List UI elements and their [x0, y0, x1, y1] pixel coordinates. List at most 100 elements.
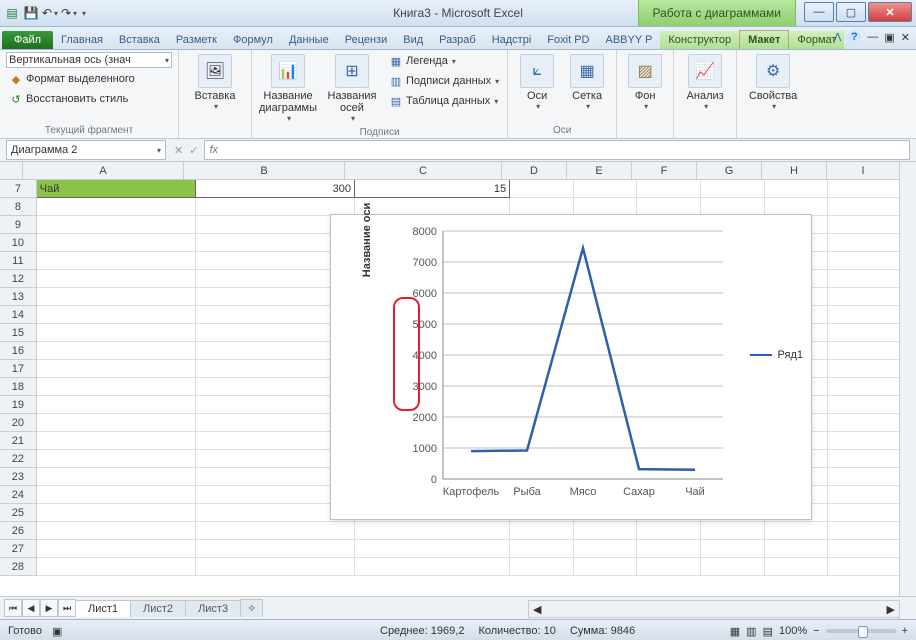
- cell[interactable]: [828, 486, 900, 504]
- name-box[interactable]: Диаграмма 2▾: [6, 140, 166, 160]
- data-labels-button[interactable]: ▥Подписи данных▾: [386, 72, 501, 90]
- cell[interactable]: [765, 522, 829, 540]
- view-page-break-icon[interactable]: ▤: [763, 625, 773, 638]
- cell[interactable]: [510, 540, 574, 558]
- embedded-chart[interactable]: 010002000300040005000600070008000Картофе…: [330, 214, 812, 520]
- cell[interactable]: [37, 234, 196, 252]
- cell[interactable]: [637, 180, 701, 198]
- cell[interactable]: [828, 378, 900, 396]
- doc-minimize-icon[interactable]: —: [867, 31, 878, 43]
- view-normal-icon[interactable]: ▦: [730, 625, 740, 638]
- zoom-in-button[interactable]: +: [902, 625, 908, 637]
- tab-scroll-last-icon[interactable]: ⏭: [58, 599, 76, 617]
- cell[interactable]: [196, 558, 355, 576]
- column-header[interactable]: I: [827, 162, 900, 180]
- select-all-corner[interactable]: [0, 162, 23, 180]
- row-header[interactable]: 9: [0, 216, 37, 234]
- cell[interactable]: [37, 342, 196, 360]
- column-header[interactable]: E: [567, 162, 632, 180]
- legend-button[interactable]: ▦Легенда▾: [386, 52, 501, 70]
- macro-record-icon[interactable]: ▣: [52, 625, 62, 638]
- background-button[interactable]: ▨Фон▾: [623, 52, 667, 113]
- cell[interactable]: [828, 288, 900, 306]
- cell[interactable]: [701, 540, 765, 558]
- tab-layout[interactable]: Макет: [739, 30, 789, 49]
- cell[interactable]: [701, 180, 765, 198]
- row-header[interactable]: 16: [0, 342, 37, 360]
- cell[interactable]: [510, 558, 574, 576]
- cell[interactable]: [37, 306, 196, 324]
- cell[interactable]: [355, 558, 510, 576]
- tab-foxit[interactable]: Foxit PD: [539, 31, 597, 49]
- cell[interactable]: [637, 558, 701, 576]
- tab-insert[interactable]: Вставка: [111, 31, 168, 49]
- cell[interactable]: [37, 450, 196, 468]
- cell[interactable]: [828, 324, 900, 342]
- column-header[interactable]: B: [184, 162, 345, 180]
- cell[interactable]: [828, 558, 900, 576]
- column-header[interactable]: G: [697, 162, 762, 180]
- tab-developer[interactable]: Разраб: [431, 31, 484, 49]
- cell[interactable]: [828, 342, 900, 360]
- column-header[interactable]: F: [632, 162, 697, 180]
- cell[interactable]: [196, 522, 355, 540]
- cell[interactable]: [828, 306, 900, 324]
- row-header[interactable]: 13: [0, 288, 37, 306]
- close-button[interactable]: ✕: [868, 2, 912, 22]
- cell[interactable]: [637, 540, 701, 558]
- cell[interactable]: [574, 558, 638, 576]
- tab-view[interactable]: Вид: [395, 31, 431, 49]
- cell[interactable]: [828, 414, 900, 432]
- cell[interactable]: [765, 558, 829, 576]
- zoom-level[interactable]: 100%: [779, 625, 807, 637]
- qat-dropdown-icon[interactable]: ▾: [82, 9, 86, 18]
- column-header[interactable]: H: [762, 162, 827, 180]
- row-header[interactable]: 11: [0, 252, 37, 270]
- row-header[interactable]: 28: [0, 558, 37, 576]
- tab-scroll-first-icon[interactable]: ⏮: [4, 599, 22, 617]
- cell[interactable]: [828, 360, 900, 378]
- cell[interactable]: [828, 252, 900, 270]
- tab-home[interactable]: Главная: [53, 31, 111, 49]
- cell[interactable]: [37, 360, 196, 378]
- cell[interactable]: [828, 450, 900, 468]
- cell[interactable]: [828, 234, 900, 252]
- tab-scroll-next-icon[interactable]: ▶: [40, 599, 58, 617]
- row-header[interactable]: 19: [0, 396, 37, 414]
- zoom-out-button[interactable]: −: [813, 625, 819, 637]
- doc-close-icon[interactable]: ✕: [901, 31, 910, 44]
- cell[interactable]: [37, 540, 196, 558]
- cell[interactable]: [701, 558, 765, 576]
- tab-design[interactable]: Конструктор: [660, 31, 739, 49]
- cell[interactable]: [828, 432, 900, 450]
- cell[interactable]: [37, 504, 196, 522]
- row-header[interactable]: 27: [0, 540, 37, 558]
- cell[interactable]: [574, 180, 638, 198]
- sheet-tab[interactable]: Лист3: [185, 600, 241, 617]
- cell[interactable]: [828, 180, 900, 198]
- gridlines-button[interactable]: ▦Сетка▾: [564, 52, 610, 113]
- tab-page-layout[interactable]: Разметк: [168, 31, 225, 49]
- row-header[interactable]: 23: [0, 468, 37, 486]
- reset-style-button[interactable]: ↺Восстановить стиль: [6, 90, 130, 108]
- properties-button[interactable]: ⚙Свойства▾: [743, 52, 803, 113]
- undo-icon[interactable]: ↶▾: [42, 5, 58, 21]
- row-header[interactable]: 17: [0, 360, 37, 378]
- cell[interactable]: [828, 540, 900, 558]
- tab-addins[interactable]: Надстрі: [484, 31, 540, 49]
- row-header[interactable]: 14: [0, 306, 37, 324]
- cell[interactable]: [37, 378, 196, 396]
- row-header[interactable]: 8: [0, 198, 37, 216]
- axes-button[interactable]: ⟀Оси▾: [514, 52, 560, 113]
- axis-titles-button[interactable]: ⊞Названия осей▾: [322, 52, 382, 125]
- cell[interactable]: [37, 252, 196, 270]
- column-header[interactable]: D: [502, 162, 567, 180]
- cell[interactable]: [37, 558, 196, 576]
- save-icon[interactable]: 💾: [23, 5, 39, 21]
- cell[interactable]: [37, 486, 196, 504]
- maximize-button[interactable]: ▢: [836, 2, 866, 22]
- cell[interactable]: [765, 540, 829, 558]
- cell[interactable]: [828, 198, 900, 216]
- y-axis-title[interactable]: Название оси: [361, 175, 373, 305]
- tab-review[interactable]: Рецензи: [337, 31, 396, 49]
